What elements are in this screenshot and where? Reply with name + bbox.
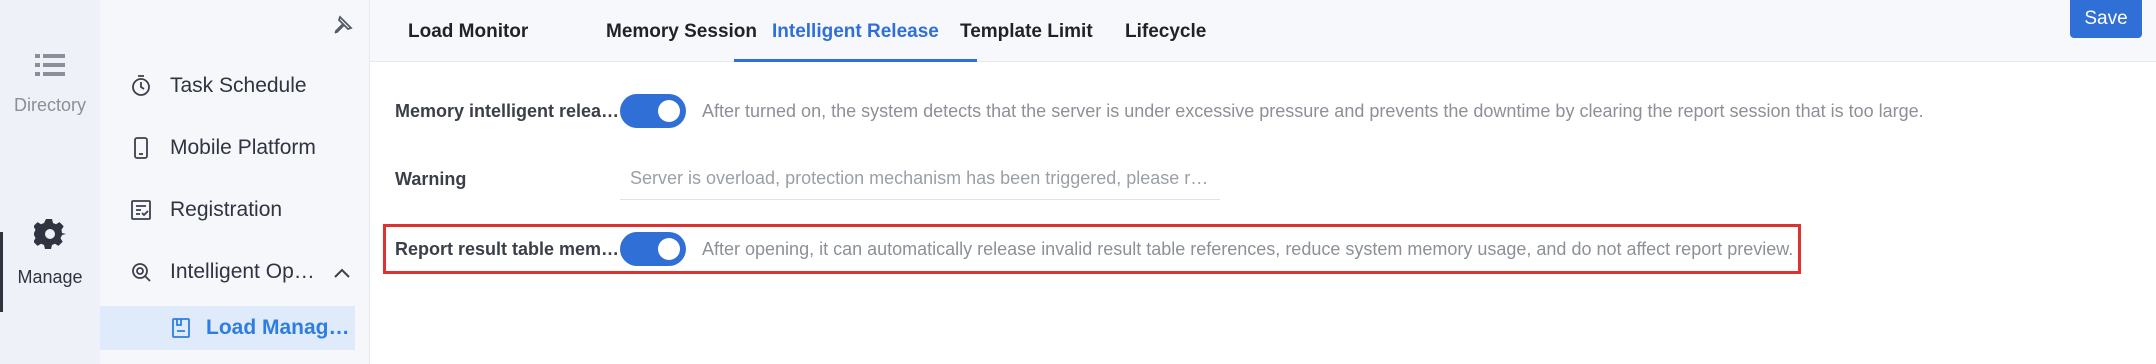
tab-lifecycle[interactable]: Lifecycle: [1087, 0, 1244, 62]
rail-manage[interactable]: Manage: [0, 218, 100, 288]
sidebar-item-mobile-platform[interactable]: Mobile Platform: [130, 128, 316, 168]
warning-message-input[interactable]: Server is overload, protection mechanism…: [620, 158, 1220, 200]
app-root: Directory Manage Task Schedule Mobile Pl…: [0, 0, 2156, 364]
mobile-icon: [130, 137, 152, 159]
sidebar-item-label: Task Schedule: [170, 74, 307, 97]
tab-load-monitor[interactable]: Load Monitor: [370, 0, 566, 62]
load-manage-icon: [172, 318, 192, 338]
memory-release-toggle[interactable]: [620, 94, 686, 128]
setting-label: Warning: [395, 168, 467, 189]
sidebar-subitem-label: Load Manag…: [206, 316, 350, 339]
rail-manage-label: Manage: [17, 267, 83, 287]
setting-label: Memory intelligent relea…: [395, 100, 620, 121]
sidebar-item-label: Intelligent Op…: [170, 260, 315, 283]
sidebar-item-intelligent-ops[interactable]: Intelligent Op…: [130, 252, 350, 292]
left-rail: Directory Manage: [0, 0, 100, 364]
intelligent-ops-icon: [130, 261, 152, 283]
sidebar-subitem-load-manage[interactable]: Load Manag…: [100, 306, 355, 350]
sidebar-item-label: Mobile Platform: [170, 136, 316, 159]
list-icon: [0, 52, 100, 83]
chevron-up-icon[interactable]: [334, 260, 350, 284]
tab-bar: Load Monitor Memory Session Intelligent …: [370, 0, 2156, 62]
rail-directory-label: Directory: [13, 95, 86, 115]
sidebar-item-task-schedule[interactable]: Task Schedule: [130, 66, 307, 106]
rail-directory[interactable]: Directory: [0, 52, 100, 116]
timer-icon: [130, 75, 152, 97]
registration-icon: [130, 199, 152, 221]
save-button[interactable]: Save: [2070, 0, 2142, 38]
sidebar-item-registration[interactable]: Registration: [130, 190, 282, 230]
setting-memory-release: Memory intelligent relea… After turned o…: [395, 89, 1924, 133]
setting-warning: Warning Server is overload, protection m…: [395, 157, 1220, 201]
gear-icon: [0, 218, 100, 255]
setting-description: After turned on, the system detects that…: [702, 100, 1924, 121]
sidebar-item-label: Registration: [170, 198, 283, 221]
pin-icon[interactable]: [332, 14, 354, 41]
sidebar: Task Schedule Mobile Platform Registrati…: [100, 0, 370, 364]
highlight-box: [383, 224, 1801, 274]
